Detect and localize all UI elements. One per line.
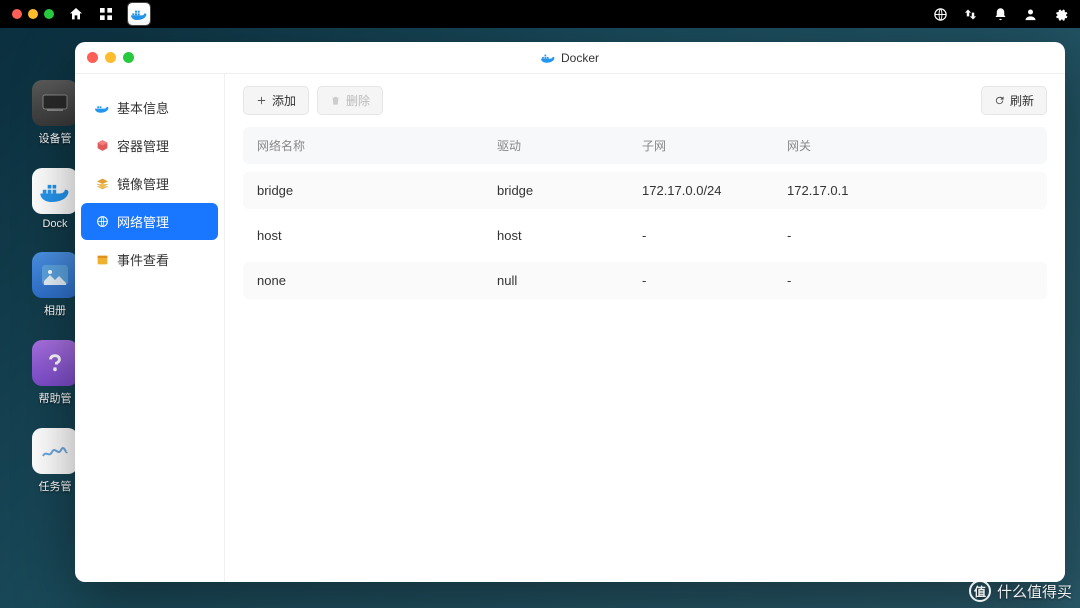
sidebar: 基本信息 容器管理 镜像管理 网络管理 事件查看 <box>75 74 225 582</box>
sidebar-item-containers[interactable]: 容器管理 <box>81 127 218 164</box>
add-button[interactable]: 添加 <box>243 86 309 115</box>
dock-item-docker[interactable]: Dock <box>32 168 78 230</box>
col-header-subnet: 子网 <box>642 137 787 154</box>
sidebar-item-label: 容器管理 <box>117 136 169 155</box>
device-icon <box>32 80 78 126</box>
window-traffic-lights[interactable] <box>87 52 134 63</box>
minimize-icon[interactable] <box>105 52 116 63</box>
bell-icon[interactable] <box>992 6 1008 22</box>
dock-item-device[interactable]: 设备管 <box>32 80 78 146</box>
user-icon[interactable] <box>1022 6 1038 22</box>
cell-gateway: 172.17.0.1 <box>787 183 1033 198</box>
trash-icon <box>330 95 341 106</box>
sidebar-item-network[interactable]: 网络管理 <box>81 203 218 240</box>
dock-item-label: Dock <box>42 218 67 230</box>
table-row[interactable]: bridge bridge 172.17.0.0/24 172.17.0.1 <box>243 172 1047 209</box>
sidebar-item-label: 基本信息 <box>117 98 169 117</box>
grid-icon[interactable] <box>98 6 114 22</box>
system-menubar <box>0 0 1080 28</box>
cell-subnet: 172.17.0.0/24 <box>642 183 787 198</box>
add-button-label: 添加 <box>272 92 296 109</box>
delete-button-label: 删除 <box>346 92 370 109</box>
window-titlebar[interactable]: Docker <box>75 42 1065 74</box>
globe-icon[interactable] <box>932 6 948 22</box>
watermark-text: 什么值得买 <box>997 581 1072 602</box>
dock-item-tasks[interactable]: 任务管 <box>32 428 78 494</box>
watermark-logo-icon: 值 <box>969 580 991 602</box>
system-traffic-lights <box>12 9 54 19</box>
refresh-button[interactable]: 刷新 <box>981 86 1047 115</box>
window-title: Docker <box>541 51 599 65</box>
docker-logo-icon <box>541 52 555 63</box>
sidebar-item-events[interactable]: 事件查看 <box>81 241 218 278</box>
cell-driver: bridge <box>497 183 642 198</box>
watermark: 值 什么值得买 <box>969 580 1072 602</box>
main-panel: 添加 删除 刷新 网络名称 驱动 子网 网关 <box>225 74 1065 582</box>
sidebar-item-label: 镜像管理 <box>117 174 169 193</box>
cell-name: none <box>257 273 497 288</box>
desktop-dock: 设备管 Dock 相册 帮助管 任务管 <box>32 80 78 494</box>
close-icon[interactable] <box>87 52 98 63</box>
refresh-button-label: 刷新 <box>1010 92 1034 109</box>
cell-name: bridge <box>257 183 497 198</box>
table-row[interactable]: host host - - <box>243 217 1047 254</box>
col-header-name: 网络名称 <box>257 137 497 154</box>
home-icon[interactable] <box>68 6 84 22</box>
tasks-icon <box>32 428 78 474</box>
cube-icon <box>95 139 109 153</box>
cell-name: host <box>257 228 497 243</box>
docker-icon <box>32 168 78 214</box>
transfer-icon[interactable] <box>962 6 978 22</box>
refresh-icon <box>994 95 1005 106</box>
cell-gateway: - <box>787 228 1033 243</box>
dock-item-photos[interactable]: 相册 <box>32 252 78 318</box>
sidebar-item-label: 网络管理 <box>117 212 169 231</box>
window-title-text: Docker <box>561 51 599 65</box>
maximize-icon[interactable] <box>123 52 134 63</box>
dock-item-label: 设备管 <box>39 130 72 146</box>
table-header: 网络名称 驱动 子网 网关 <box>243 127 1047 164</box>
dock-item-label: 帮助管 <box>39 390 72 406</box>
globe-icon <box>95 215 109 229</box>
calendar-icon <box>95 253 109 267</box>
dock-item-label: 任务管 <box>39 478 72 494</box>
cell-gateway: - <box>787 273 1033 288</box>
photos-icon <box>32 252 78 298</box>
dock-item-label: 相册 <box>44 302 66 318</box>
col-header-driver: 驱动 <box>497 137 642 154</box>
cell-driver: null <box>497 273 642 288</box>
docker-window: Docker 基本信息 容器管理 镜像管理 网络管理 事件查 <box>75 42 1065 582</box>
help-icon <box>32 340 78 386</box>
cell-subnet: - <box>642 228 787 243</box>
network-table: 网络名称 驱动 子网 网关 bridge bridge 172.17.0.0/2… <box>225 127 1065 299</box>
dock-item-help[interactable]: 帮助管 <box>32 340 78 406</box>
cell-driver: host <box>497 228 642 243</box>
layers-icon <box>95 177 109 191</box>
delete-button[interactable]: 删除 <box>317 86 383 115</box>
col-header-gateway: 网关 <box>787 137 1033 154</box>
whale-icon <box>95 101 109 115</box>
toolbar: 添加 删除 刷新 <box>225 74 1065 127</box>
cell-subnet: - <box>642 273 787 288</box>
docker-taskbar-icon[interactable] <box>128 3 150 25</box>
gear-icon[interactable] <box>1052 6 1068 22</box>
plus-icon <box>256 95 267 106</box>
table-row[interactable]: none null - - <box>243 262 1047 299</box>
sidebar-item-basic-info[interactable]: 基本信息 <box>81 89 218 126</box>
sidebar-item-label: 事件查看 <box>117 250 169 269</box>
sidebar-item-images[interactable]: 镜像管理 <box>81 165 218 202</box>
